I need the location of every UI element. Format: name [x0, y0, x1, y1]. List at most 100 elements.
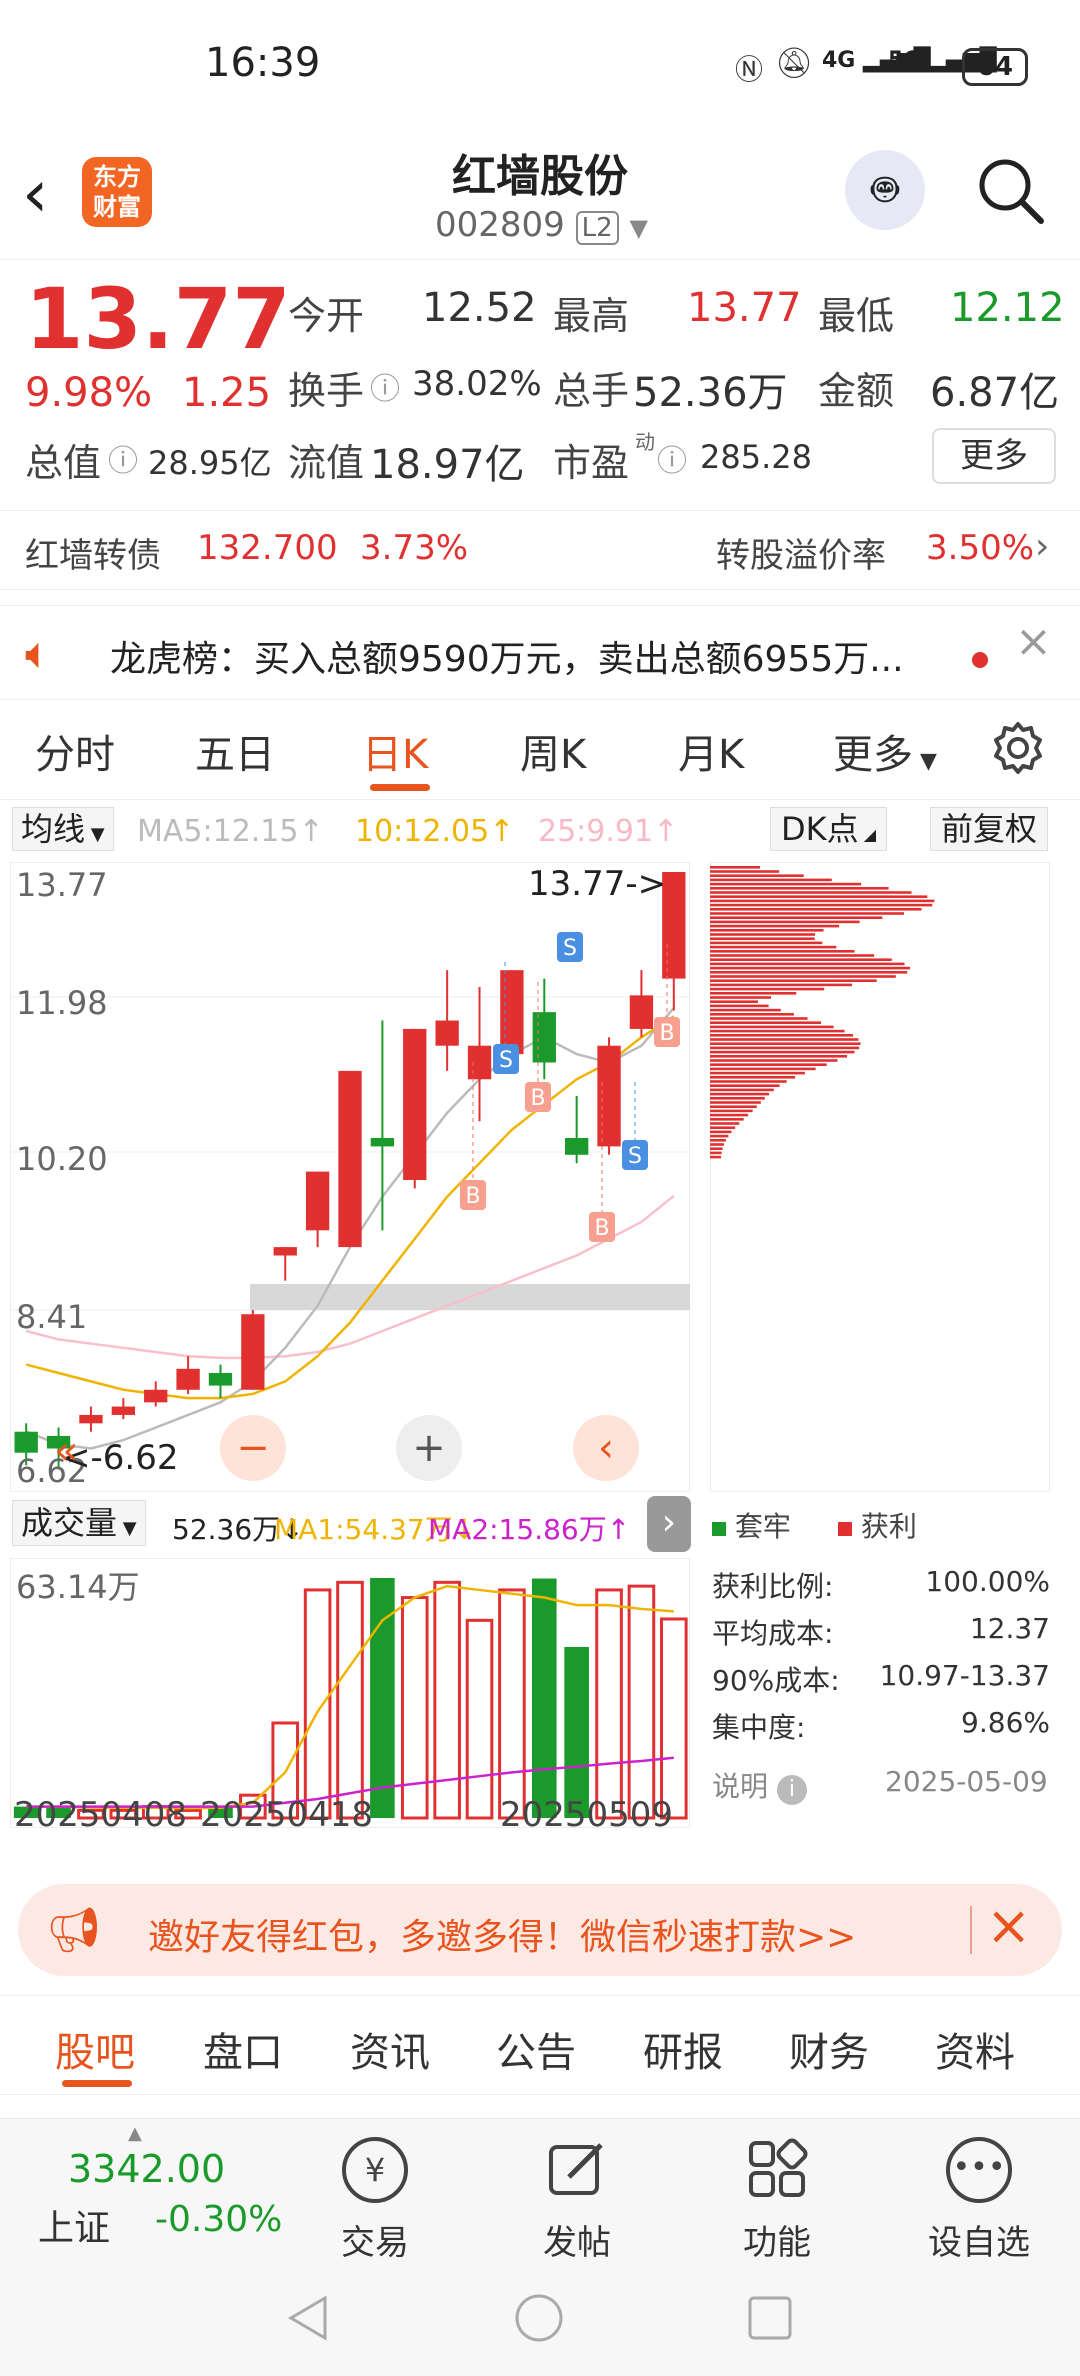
chip-bar [710, 975, 896, 978]
chip-bar [710, 895, 928, 898]
zoom-out-button[interactable]: − [220, 1415, 286, 1481]
chevron-right-icon[interactable]: › [1035, 526, 1049, 567]
legend-profit: 获利 [838, 1505, 917, 1545]
info-icon[interactable]: ⓘ [108, 436, 138, 480]
chip-bar [710, 1025, 834, 1029]
search-icon[interactable] [975, 155, 1047, 231]
tab-monthly-k[interactable]: 月K [678, 722, 744, 780]
tab-pankou[interactable]: 盘口 [203, 2020, 283, 2078]
tab-finance[interactable]: 财务 [789, 2020, 869, 2078]
quote-panel: 13.77 9.98% 1.25 今开 12.52 最高 13.77 最低 12… [0, 260, 1080, 590]
turnover-label: 换手 [288, 369, 365, 413]
adjust-button[interactable]: 前复权 [930, 807, 1049, 851]
settings-icon[interactable] [990, 720, 1046, 780]
chip-bar [710, 992, 797, 995]
back-nav-icon[interactable] [283, 2293, 333, 2343]
bottom-toolbar: ▲ 3342.00 上证 -0.30% ¥ 交易 发帖 功能 ••• 设自选 [0, 2118, 1080, 2263]
promo-banner[interactable]: 📢︎ 邀好友得红包，多邀多得！微信秒速打款>> × [18, 1884, 1062, 1976]
chip-bar [710, 1139, 726, 1142]
robot-avatar-icon[interactable]: 🤖︎ [845, 150, 925, 230]
chip-bar [710, 1063, 827, 1066]
tab-daily-k[interactable]: 日K [362, 722, 428, 780]
volume-max-label: 63.14万 [16, 1568, 140, 1606]
scroll-left-button[interactable]: ‹ [573, 1415, 639, 1481]
chip-bar [710, 937, 815, 940]
mute-icon: 🔕︎ [775, 46, 814, 81]
functions-button[interactable]: 功能 [702, 2119, 852, 2263]
volume-bar [595, 1588, 623, 1820]
index-pct: -0.30% [155, 2199, 283, 2240]
notice-text: 龙虎榜：买入总额9590万元，卖出总额6955万... [110, 639, 904, 680]
volume-dropdown[interactable]: 成交量 ▼ [12, 1500, 146, 1546]
tab-profile[interactable]: 资料 [935, 2020, 1015, 2078]
pe-sup: 动 [635, 430, 655, 454]
chip-bar [710, 987, 825, 991]
chip-bar [710, 1029, 845, 1033]
ma5-legend: MA5:12.15↑ [137, 814, 324, 849]
chip-bar [710, 899, 935, 903]
chip-bar [710, 878, 832, 882]
kline-svg[interactable]: S S S B B B B [10, 862, 690, 1492]
chip-bar [710, 1067, 816, 1071]
expand-right-icon[interactable]: › [647, 1496, 691, 1552]
tab-weekly-k[interactable]: 周K [520, 722, 586, 780]
chip-bar [710, 1092, 769, 1096]
chip-bar [710, 1151, 722, 1155]
promo-text: 邀好友得红包，多邀多得！微信秒速打款>> [148, 1917, 857, 1958]
zoom-in-button[interactable]: + [396, 1415, 462, 1481]
ma-dropdown[interactable]: 均线 ▼ [12, 807, 114, 851]
recents-nav-icon[interactable] [745, 2293, 795, 2343]
chip-bar [710, 920, 860, 924]
chip-bar [710, 1050, 855, 1054]
tab-research[interactable]: 研报 [643, 2020, 723, 2078]
chip-bar [710, 1076, 796, 1079]
info-icon[interactable]: ⓘ [657, 436, 687, 480]
volume-label: 总手 [553, 369, 630, 413]
pe-value: 285.28 [700, 438, 812, 476]
double-left-icon[interactable]: « [54, 1428, 78, 1474]
high-value: 13.77 [687, 285, 802, 331]
home-nav-icon[interactable] [514, 2293, 564, 2343]
lhb-notice[interactable]: 🔈︎ 龙虎榜：买入总额9590万元，卖出总额6955万... × [0, 605, 1080, 700]
close-icon[interactable]: × [986, 1894, 1031, 1957]
info-icon[interactable]: ⓘ [370, 364, 400, 408]
chip-bar [710, 1021, 822, 1024]
premium-label[interactable]: 转股溢价率 [716, 528, 886, 577]
chip-bar [710, 903, 933, 907]
post-button[interactable]: 发帖 [502, 2119, 652, 2263]
turnover-value: 38.02% [412, 364, 542, 404]
tab-announcement[interactable]: 公告 [496, 2020, 576, 2078]
more-button[interactable]: 更多 [932, 428, 1056, 484]
premium-value: 3.50% [926, 528, 1035, 568]
tab-timeshare[interactable]: 分时 [35, 722, 115, 780]
index-ticker[interactable]: ▲ 3342.00 上证 -0.30% [0, 2119, 283, 2259]
tab-news[interactable]: 资讯 [350, 2020, 430, 2078]
chip-bar [710, 866, 760, 869]
amount-label: 金额 [818, 369, 895, 413]
chevron-down-icon[interactable]: ▼ [629, 214, 647, 242]
last-price: 13.77 [25, 270, 291, 368]
volume-value: 52.36万 [633, 370, 788, 416]
edit-icon [549, 2143, 603, 2195]
bond-label[interactable]: 红墙转债 [25, 528, 161, 577]
battery-icon: 64 [962, 48, 1028, 86]
chip-bar [710, 1004, 769, 1008]
tab-guba[interactable]: 股吧 [55, 2020, 135, 2078]
unread-dot [972, 652, 988, 668]
trade-button[interactable]: ¥ 交易 [300, 2119, 450, 2263]
chip-bar [710, 1097, 765, 1100]
chip-bar [710, 1013, 794, 1016]
close-icon[interactable]: × [1015, 616, 1052, 667]
nav-bar: ‹ 东方 财富 红墙股份 002809 L2 ▼ 🤖︎ [0, 135, 1080, 260]
index-value: 3342.00 [68, 2147, 226, 2191]
chip-bar [710, 1155, 721, 1159]
dk-point-button[interactable]: DK点 ◢ [770, 807, 888, 851]
volume-bar [660, 1617, 688, 1820]
chip-bar [710, 929, 824, 932]
chip-note-link[interactable]: 说明 i [712, 1765, 807, 1805]
add-watchlist-button[interactable]: ••• 设自选 [904, 2119, 1054, 2263]
date-label: 20250509 [500, 1795, 674, 1835]
pe-label: 市盈 [553, 441, 630, 485]
tab-more[interactable]: 更多 ▼ [833, 722, 937, 780]
tab-five-day[interactable]: 五日 [195, 722, 275, 780]
